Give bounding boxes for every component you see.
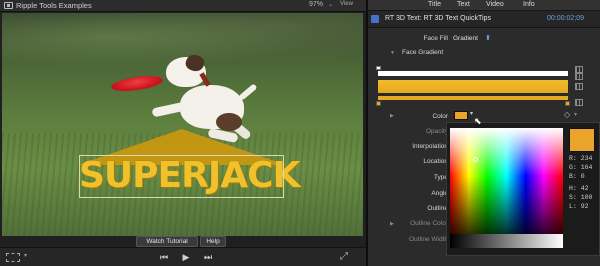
color-spectrum[interactable] (450, 128, 563, 248)
inspector-panel: Title Text Video Info RT 3D Text: RT 3D … (368, 0, 600, 266)
picker-crosshair[interactable] (473, 157, 478, 162)
disclosure-open-icon[interactable]: ▼ (390, 50, 395, 56)
color-gradient-bar[interactable] (378, 80, 568, 93)
viewer-title-bar: Ripple Tools Examples 97% ⌄ View (0, 0, 366, 12)
picker-lightness-value: L: 92 (569, 203, 589, 210)
outline-width-label: Outline Width (408, 236, 448, 243)
color-stop-left[interactable] (376, 101, 381, 106)
picker-blue-value: B: 0 (569, 173, 585, 180)
generator-title: RT 3D Text: RT 3D Text QuickTips (385, 15, 491, 22)
transport-controls: ⏮ ▶ ⏭ (155, 251, 217, 264)
disclosure-closed-icon[interactable]: ▶ (390, 113, 394, 119)
face-gradient-label: Face Gradient (402, 49, 444, 56)
view-menu-button[interactable]: View (340, 1, 353, 7)
fullscreen-icon[interactable]: ⤢ (340, 251, 352, 263)
color-stop-right[interactable] (565, 101, 570, 106)
fit-frame-icon[interactable] (6, 253, 20, 262)
watch-tutorial-button[interactable]: Watch Tutorial (136, 236, 198, 247)
keyframe-diamond-icon[interactable]: ◇ (564, 110, 570, 119)
viewer-controls: ▾ ⏮ ▶ ⏭ ⤢ (0, 247, 366, 266)
tutorial-bar: Watch Tutorial Help (136, 236, 228, 247)
color-label: Color (432, 113, 448, 120)
interpolation-label: Interpolation (412, 143, 448, 150)
tab-info[interactable]: Info (523, 1, 535, 8)
title-bounding-box[interactable] (79, 155, 284, 198)
face-fill-popup-arrows-icon[interactable]: ⬍ (485, 34, 491, 42)
picker-red-value: R: 234 (569, 155, 593, 162)
type-label: Type (433, 174, 448, 181)
viewer-title-label: Ripple Tools Examples (16, 1, 92, 10)
swatch-menu-caret-icon[interactable]: ▾ (470, 110, 473, 117)
help-button[interactable]: Help (200, 236, 226, 247)
grayscale-strip[interactable] (450, 234, 563, 248)
previous-frame-button[interactable]: ⏮ (155, 252, 173, 264)
tab-title[interactable]: Title (428, 1, 441, 8)
zoom-menu-caret-icon[interactable]: ⌄ (328, 1, 333, 8)
color-swatch[interactable] (454, 111, 468, 120)
location-label: Location (423, 158, 448, 165)
picker-hue-value: H: 42 (569, 185, 589, 192)
angle-label: Angle (431, 190, 448, 197)
opacity-gradient-bar[interactable] (378, 71, 568, 76)
grid-icon[interactable] (575, 99, 583, 106)
face-fill-label: Face Fill (423, 35, 448, 42)
viewer-title: Ripple Tools Examples (4, 1, 92, 10)
grid-icon[interactable] (575, 73, 583, 80)
inspector-tabs: Title Text Video Info (368, 0, 600, 11)
grid-icon[interactable] (575, 66, 583, 73)
picker-saturation-value: S: 100 (569, 194, 593, 201)
picker-color-preview (569, 128, 595, 152)
grid-icon[interactable] (575, 83, 583, 90)
disclosure-closed-icon[interactable]: ▶ (390, 221, 394, 227)
color-gradient-preview (378, 96, 568, 100)
zoom-level[interactable]: 97% (309, 1, 323, 8)
generator-icon (371, 15, 379, 23)
outline-color-label: Outline Color (410, 220, 448, 227)
tab-video[interactable]: Video (486, 1, 504, 8)
outline-label: Outline (427, 205, 448, 212)
opacity-stop-white[interactable] (376, 66, 381, 70)
play-button[interactable]: ▶ (177, 252, 195, 264)
keyframe-menu-caret-icon[interactable]: ▾ (574, 111, 577, 118)
mouse-cursor-icon: ⬉ (474, 116, 482, 126)
picker-green-value: G: 164 (569, 164, 593, 171)
film-icon (4, 2, 13, 9)
tab-text[interactable]: Text (457, 1, 470, 8)
timecode: 00:00:02;09 (547, 15, 584, 22)
color-picker-popover: R: 234 G: 164 B: 0 H: 42 S: 100 L: 92 (446, 122, 600, 256)
face-fill-popup[interactable]: Gradient (453, 35, 478, 42)
inspector-header: RT 3D Text: RT 3D Text QuickTips 00:00:0… (368, 11, 600, 28)
video-canvas[interactable] (2, 13, 363, 236)
next-frame-button[interactable]: ⏭ (199, 252, 217, 264)
viewer-panel: Ripple Tools Examples 97% ⌄ View SUPERJA… (0, 0, 366, 266)
frisbee (110, 73, 164, 94)
opacity-label: Opacity (425, 128, 448, 135)
fit-menu-caret-icon[interactable]: ▾ (24, 252, 27, 259)
